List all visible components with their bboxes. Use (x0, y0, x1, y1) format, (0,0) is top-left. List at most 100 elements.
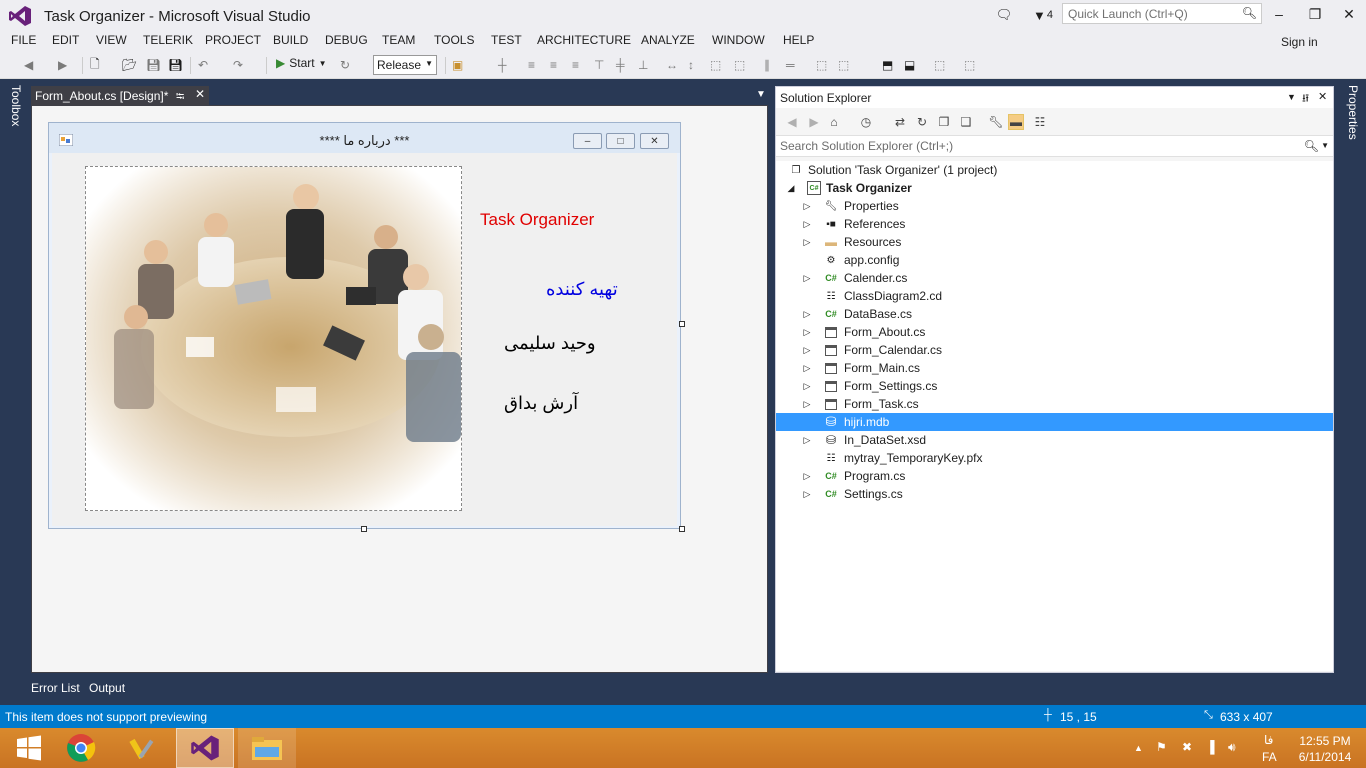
collapsed-icon[interactable]: ▷ (802, 237, 812, 248)
align-bottoms-icon[interactable]: ⊥ (638, 56, 648, 74)
tree-item-settings[interactable]: ▷ C# Settings.cs (776, 485, 1333, 503)
align-lefts-icon[interactable]: ≡ (528, 56, 535, 74)
notifications-icon[interactable]: ▼ 4 (1030, 5, 1056, 25)
show-all-files-icon[interactable]: ❑ (958, 114, 974, 130)
menu-help[interactable]: HELP (783, 33, 814, 47)
collapsed-icon[interactable]: ▷ (802, 309, 812, 320)
resize-handle-right[interactable] (679, 321, 685, 327)
resize-handle-bottom[interactable] (361, 526, 367, 532)
menu-tools[interactable]: TOOLS (434, 33, 474, 47)
close-icon[interactable]: ✕ (1318, 90, 1327, 103)
error-list-tab[interactable]: Error List (31, 681, 80, 695)
collapsed-icon[interactable]: ▷ (802, 219, 812, 230)
resize-handle-corner[interactable] (679, 526, 685, 532)
make-same-height-icon[interactable]: ↕ (688, 56, 694, 74)
collapsed-icon[interactable]: ▷ (802, 471, 812, 482)
find-icon[interactable]: ▣ (452, 56, 463, 74)
auto-hide-pin-icon[interactable]: ⭿ (1302, 90, 1309, 109)
action-center-icon[interactable]: ⚑ (1156, 740, 1167, 754)
output-tab[interactable]: Output (89, 681, 125, 695)
forward-icon[interactable]: ▶ (806, 114, 822, 130)
save-icon[interactable]: 💾︎ (146, 56, 161, 74)
window-position-dropdown-icon[interactable]: ▼ (1287, 92, 1296, 102)
forward-icon[interactable]: ▶ (58, 56, 67, 74)
redo-icon[interactable]: ↷ (233, 56, 243, 74)
align-rights-icon[interactable]: ≡ (572, 56, 579, 74)
tree-item-database[interactable]: ▷ C# DataBase.cs (776, 305, 1333, 323)
sign-in-link[interactable]: Sign in (1281, 35, 1318, 49)
menu-file[interactable]: FILE (11, 33, 36, 47)
wifi-signal-icon[interactable]: ▐ (1206, 740, 1215, 754)
taskbar-chrome[interactable] (52, 728, 110, 768)
menu-architecture[interactable]: ARCHITECTURE (537, 33, 631, 47)
menu-window[interactable]: WINDOW (712, 33, 765, 47)
home-icon[interactable]: ⌂ (826, 114, 842, 130)
pending-changes-filter-icon[interactable]: ◷ (858, 114, 874, 130)
tree-item-app-config[interactable]: ⚙ app.config (776, 251, 1333, 269)
tree-item-temporary-key[interactable]: ☷ mytray_TemporaryKey.pfx (776, 449, 1333, 467)
menu-project[interactable]: PROJECT (205, 33, 261, 47)
align-middles-icon[interactable]: ╪ (616, 56, 625, 74)
make-same-width-icon[interactable]: ↔ (666, 56, 678, 74)
menu-analyze[interactable]: ANALYZE (641, 33, 695, 47)
collapsed-icon[interactable]: ▷ (802, 201, 812, 212)
solution-configuration-select[interactable]: Release ▼ (373, 55, 437, 75)
windows-start-button[interactable] (0, 728, 58, 768)
sync-with-document-icon[interactable]: ⇄ (892, 114, 908, 130)
refresh-icon[interactable]: ↻ (340, 56, 350, 74)
tree-item-project[interactable]: ◢ C# Task Organizer (776, 179, 1333, 197)
document-list-dropdown-icon[interactable]: ▼ (756, 89, 766, 100)
tree-item-solution[interactable]: ❐ Solution 'Task Organizer' (1 project) (776, 161, 1333, 179)
tab-order-icon[interactable]: ⬚ (934, 56, 945, 74)
bring-to-front-icon[interactable]: ⬒ (882, 56, 893, 74)
quick-launch-input[interactable]: Quick Launch (Ctrl+Q) 🔍︎ (1062, 3, 1262, 24)
taskbar-tools-app[interactable] (114, 728, 172, 768)
document-tab[interactable]: Form_About.cs [Design]* ⭾ ✕ (31, 86, 209, 105)
tree-item-hijri-mdb[interactable]: ⛁ hijri.mdb (776, 413, 1333, 431)
collapsed-icon[interactable]: ▷ (802, 273, 812, 284)
language-indicator[interactable]: FA (1262, 750, 1277, 764)
undo-icon[interactable]: ↶ (198, 56, 208, 74)
collapsed-icon[interactable]: ▷ (802, 399, 812, 410)
clock[interactable]: 12:55 PM 6/11/2014 (1290, 733, 1360, 765)
collapse-all-icon[interactable]: ❐ (936, 114, 952, 130)
close-button[interactable]: ✕ (1332, 2, 1366, 26)
horizontal-spacing-icon[interactable]: ∥ (764, 56, 770, 74)
vertical-spacing-icon[interactable]: ═ (786, 56, 795, 74)
menu-telerik[interactable]: TELERIK (143, 33, 193, 47)
lock-controls-icon[interactable]: ⬚ (964, 56, 975, 74)
tree-item-properties[interactable]: ▷ 🔧︎ Properties (776, 197, 1333, 215)
form-designer-surface[interactable]: **** درباره ما *** – □ ✕ Task Organizer … (31, 105, 768, 673)
menu-team[interactable]: TEAM (382, 33, 415, 47)
tree-item-form-settings[interactable]: ▷ Form_Settings.cs (776, 377, 1333, 395)
preview-selected-items-icon[interactable]: ▬ (1008, 114, 1024, 130)
tree-item-class-diagram[interactable]: ☷ ClassDiagram2.cd (776, 287, 1333, 305)
back-icon[interactable]: ◀ (24, 56, 33, 74)
collapsed-icon[interactable]: ▷ (802, 345, 812, 356)
language-indicator-native[interactable]: فا (1264, 733, 1273, 747)
collapsed-icon[interactable]: ▷ (802, 489, 812, 500)
collapsed-icon[interactable]: ▷ (802, 327, 812, 338)
chevron-down-icon[interactable]: ▼ (1321, 141, 1329, 150)
close-icon[interactable]: ✕ (195, 87, 205, 101)
tree-item-calender[interactable]: ▷ C# Calender.cs (776, 269, 1333, 287)
tree-item-dataset[interactable]: ▷ ⛁ In_DataSet.xsd (776, 431, 1333, 449)
solution-explorer-search-input[interactable]: Search Solution Explorer (Ctrl+;) 🔍︎ ▼ (776, 136, 1333, 157)
meeting-picture-box[interactable] (85, 166, 462, 511)
refresh-icon[interactable]: ↻ (914, 114, 930, 130)
send-to-back-icon[interactable]: ⬓ (904, 56, 915, 74)
view-class-diagram-icon[interactable]: ☷ (1032, 114, 1048, 130)
menu-debug[interactable]: DEBUG (325, 33, 368, 47)
tree-item-program[interactable]: ▷ C# Program.cs (776, 467, 1333, 485)
start-debugging-button[interactable]: ▶ Start ▼ (276, 56, 327, 70)
align-to-grid-icon[interactable]: ┼ (498, 56, 507, 74)
restore-button[interactable]: ❐ (1298, 2, 1332, 26)
center-horizontally-icon[interactable]: ⬚ (816, 56, 827, 74)
expanded-icon[interactable]: ◢ (786, 183, 796, 194)
menu-build[interactable]: BUILD (273, 33, 308, 47)
center-vertically-icon[interactable]: ⬚ (838, 56, 849, 74)
feedback-icon[interactable]: 🗨 (994, 5, 1014, 25)
collapsed-icon[interactable]: ▷ (802, 435, 812, 446)
toolbox-tab[interactable]: Toolbox (9, 85, 23, 126)
align-centers-icon[interactable]: ≡ (550, 56, 557, 74)
